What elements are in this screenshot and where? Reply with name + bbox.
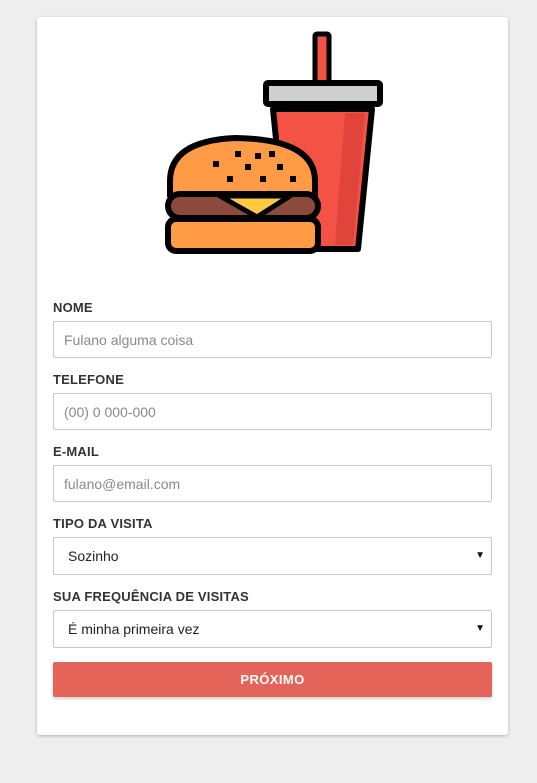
- email-label: E-MAIL: [53, 444, 99, 459]
- visit-type-label: TIPO DA VISITA: [53, 516, 153, 531]
- phone-label: TELEFONE: [53, 372, 124, 387]
- next-button[interactable]: PRÓXIMO: [53, 662, 492, 697]
- burger-and-soda-icon: [165, 31, 383, 254]
- visit-form: NOME TELEFONE E-MAIL TIPO DA VISITA Sozi…: [53, 300, 492, 697]
- name-label: NOME: [53, 300, 93, 315]
- frequency-label: SUA FREQUÊNCIA DE VISITAS: [53, 589, 249, 604]
- caret-down-icon: ▼: [475, 623, 485, 634]
- email-field[interactable]: [53, 465, 492, 502]
- signup-card: NOME TELEFONE E-MAIL TIPO DA VISITA Sozi…: [37, 17, 508, 735]
- phone-field[interactable]: [53, 393, 492, 430]
- name-field[interactable]: [53, 321, 492, 358]
- caret-down-icon: ▼: [475, 550, 485, 561]
- visit-type-selected-value: Sozinho: [68, 548, 119, 564]
- visit-type-select[interactable]: Sozinho ▼: [53, 537, 492, 575]
- frequency-select[interactable]: É minha primeira vez ▼: [53, 610, 492, 648]
- frequency-selected-value: É minha primeira vez: [68, 621, 200, 637]
